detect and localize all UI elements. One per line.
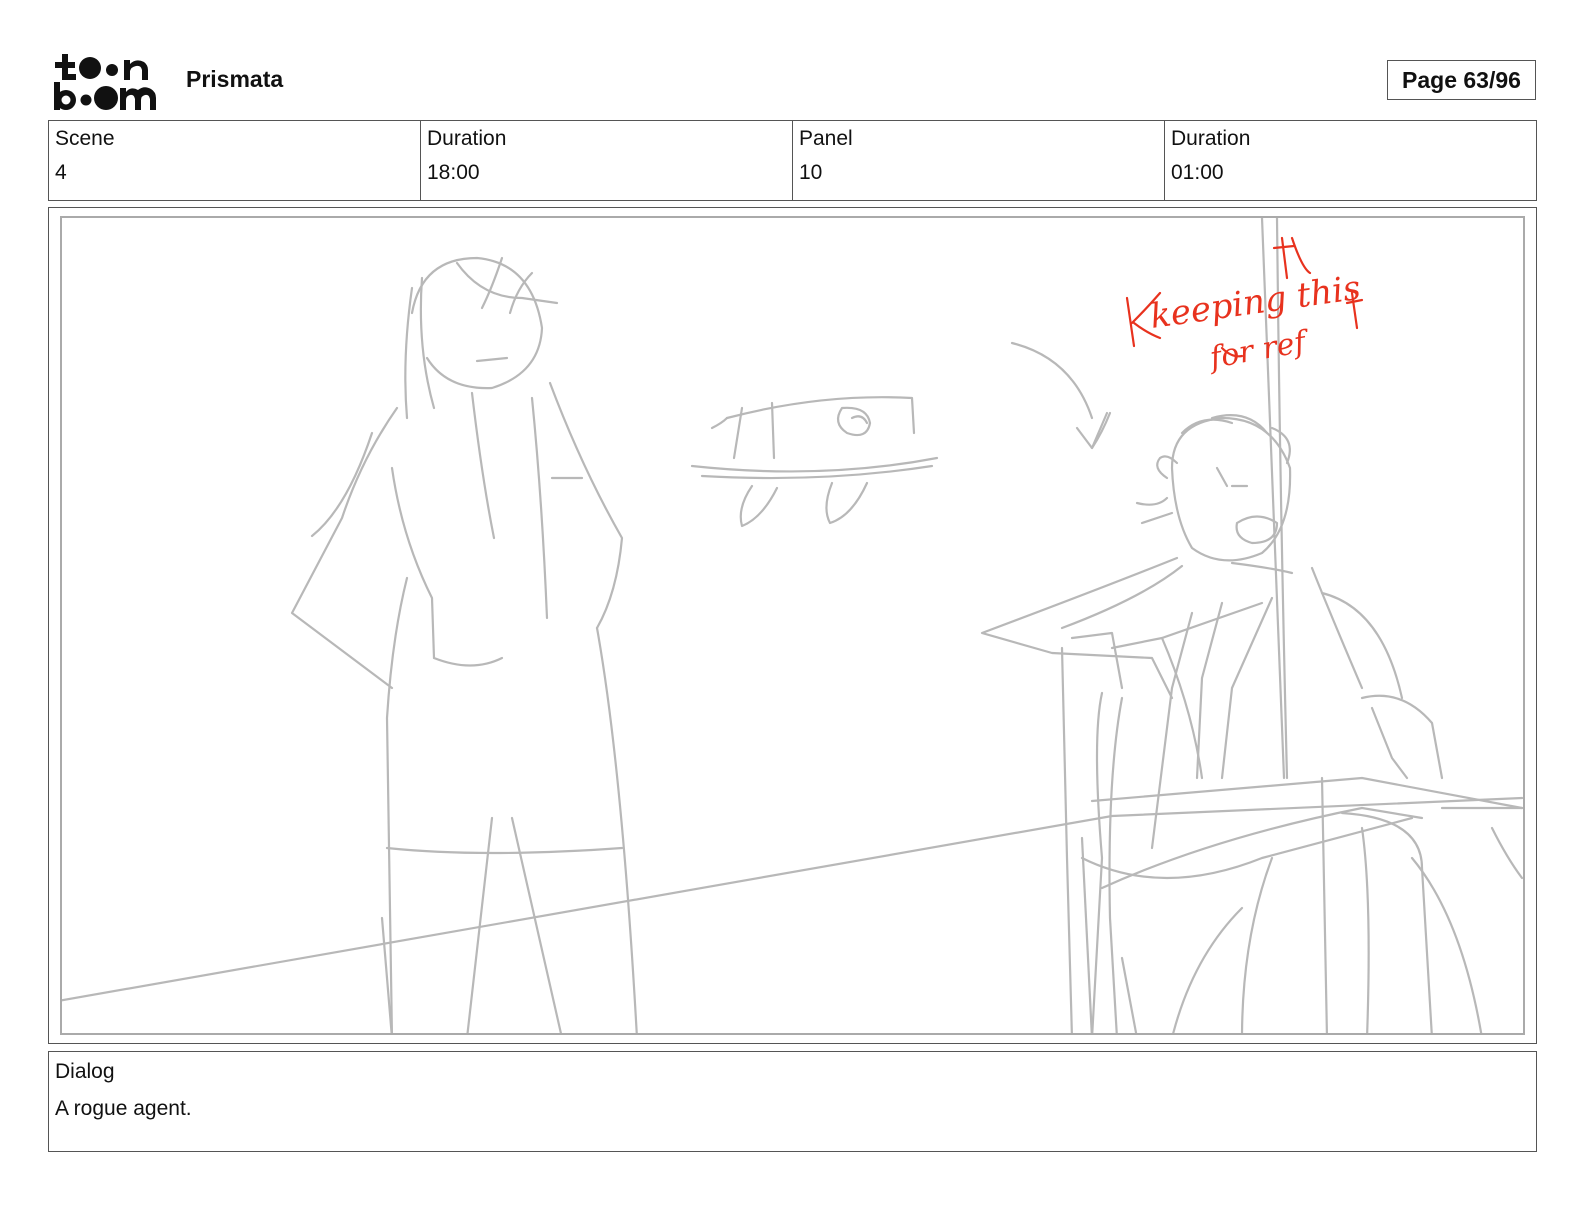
dialog-label: Dialog xyxy=(55,1060,115,1083)
panel-value: 10 xyxy=(799,161,823,184)
scene-label: Scene xyxy=(55,127,115,150)
panel-label: Panel xyxy=(799,127,853,150)
logo-mark-icon xyxy=(54,54,156,110)
panel-duration-cell: Duration 01:00 xyxy=(1165,121,1536,200)
dialog-text: A rogue agent. xyxy=(55,1097,192,1120)
scene-duration-value: 18:00 xyxy=(427,161,480,184)
scene-cell: Scene 4 xyxy=(49,121,421,200)
toon-boom-logo xyxy=(52,52,164,112)
annotation-line-1: keeping this xyxy=(1148,268,1363,337)
scene-duration-cell: Duration 18:00 xyxy=(421,121,793,200)
scene-value: 4 xyxy=(55,161,67,184)
panel-cell: Panel 10 xyxy=(793,121,1165,200)
panel-duration-label: Duration xyxy=(1171,127,1251,150)
project-title: Prismata xyxy=(186,66,284,92)
panel-duration-value: 01:00 xyxy=(1171,161,1224,184)
scene-duration-label: Duration xyxy=(427,127,507,150)
storyboard-panel-image: keeping this for ref xyxy=(60,216,1525,1035)
storyboard-panel-frame: keeping this for ref xyxy=(48,207,1537,1044)
page-number-badge: Page 63/96 xyxy=(1387,60,1536,100)
annotation-line-2: for ref xyxy=(1205,324,1313,376)
panel-info-row: Scene 4 Duration 18:00 Panel 10 Duration… xyxy=(48,120,1537,201)
dialog-box: Dialog A rogue agent. xyxy=(48,1051,1537,1152)
sketch-drawing: keeping this for ref xyxy=(62,218,1523,1033)
